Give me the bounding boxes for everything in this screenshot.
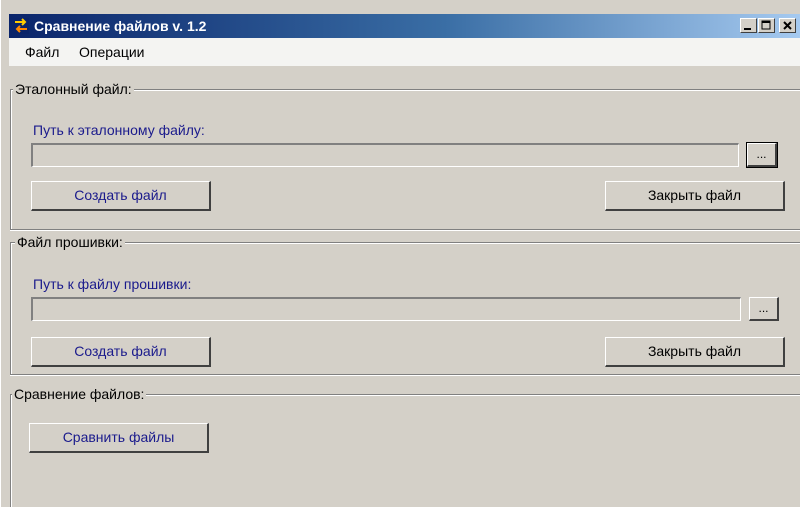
firmware-browse-button[interactable]: ... <box>749 297 779 321</box>
reference-path-field[interactable] <box>31 143 739 167</box>
group-caption: Файл прошивки: <box>15 233 125 251</box>
firmware-file-group: Файл прошивки: Путь к файлу прошивки: ..… <box>9 233 800 375</box>
firmware-close-button[interactable]: Закрыть файл <box>605 337 785 367</box>
reference-browse-button[interactable]: ... <box>746 142 778 168</box>
firmware-path-field[interactable] <box>31 297 741 321</box>
firmware-create-button[interactable]: Создать файл <box>31 337 211 367</box>
reference-close-button[interactable]: Закрыть файл <box>605 181 785 211</box>
menu-operations[interactable]: Операции <box>73 38 151 66</box>
compare-group: Сравнение файлов: Сравнить файлы <box>9 385 800 507</box>
menu-bar: Файл Операции <box>9 38 800 66</box>
window-title: Сравнение файлов v. 1.2 <box>34 18 207 34</box>
menu-file[interactable]: Файл <box>19 38 65 66</box>
maximize-icon <box>761 20 771 30</box>
maximize-button[interactable] <box>758 18 775 33</box>
reference-path-label: Путь к эталонному файлу: <box>33 122 205 138</box>
minimize-button[interactable] <box>740 18 757 33</box>
firmware-path-label: Путь к файлу прошивки: <box>33 276 192 292</box>
group-caption: Эталонный файл: <box>13 80 134 98</box>
app-window: Сравнение файлов v. 1.2 Файл Операции Эт… <box>0 0 800 507</box>
reference-create-button[interactable]: Создать файл <box>31 181 211 211</box>
close-button[interactable] <box>779 18 796 33</box>
title-bar[interactable]: Сравнение файлов v. 1.2 <box>9 14 800 38</box>
close-icon <box>783 21 792 30</box>
reference-file-group: Эталонный файл: Путь к эталонному файлу:… <box>9 80 800 230</box>
compare-files-button[interactable]: Сравнить файлы <box>29 423 209 453</box>
group-caption: Сравнение файлов: <box>12 385 147 403</box>
compare-arrows-icon <box>13 18 29 34</box>
minimize-icon <box>744 28 751 30</box>
